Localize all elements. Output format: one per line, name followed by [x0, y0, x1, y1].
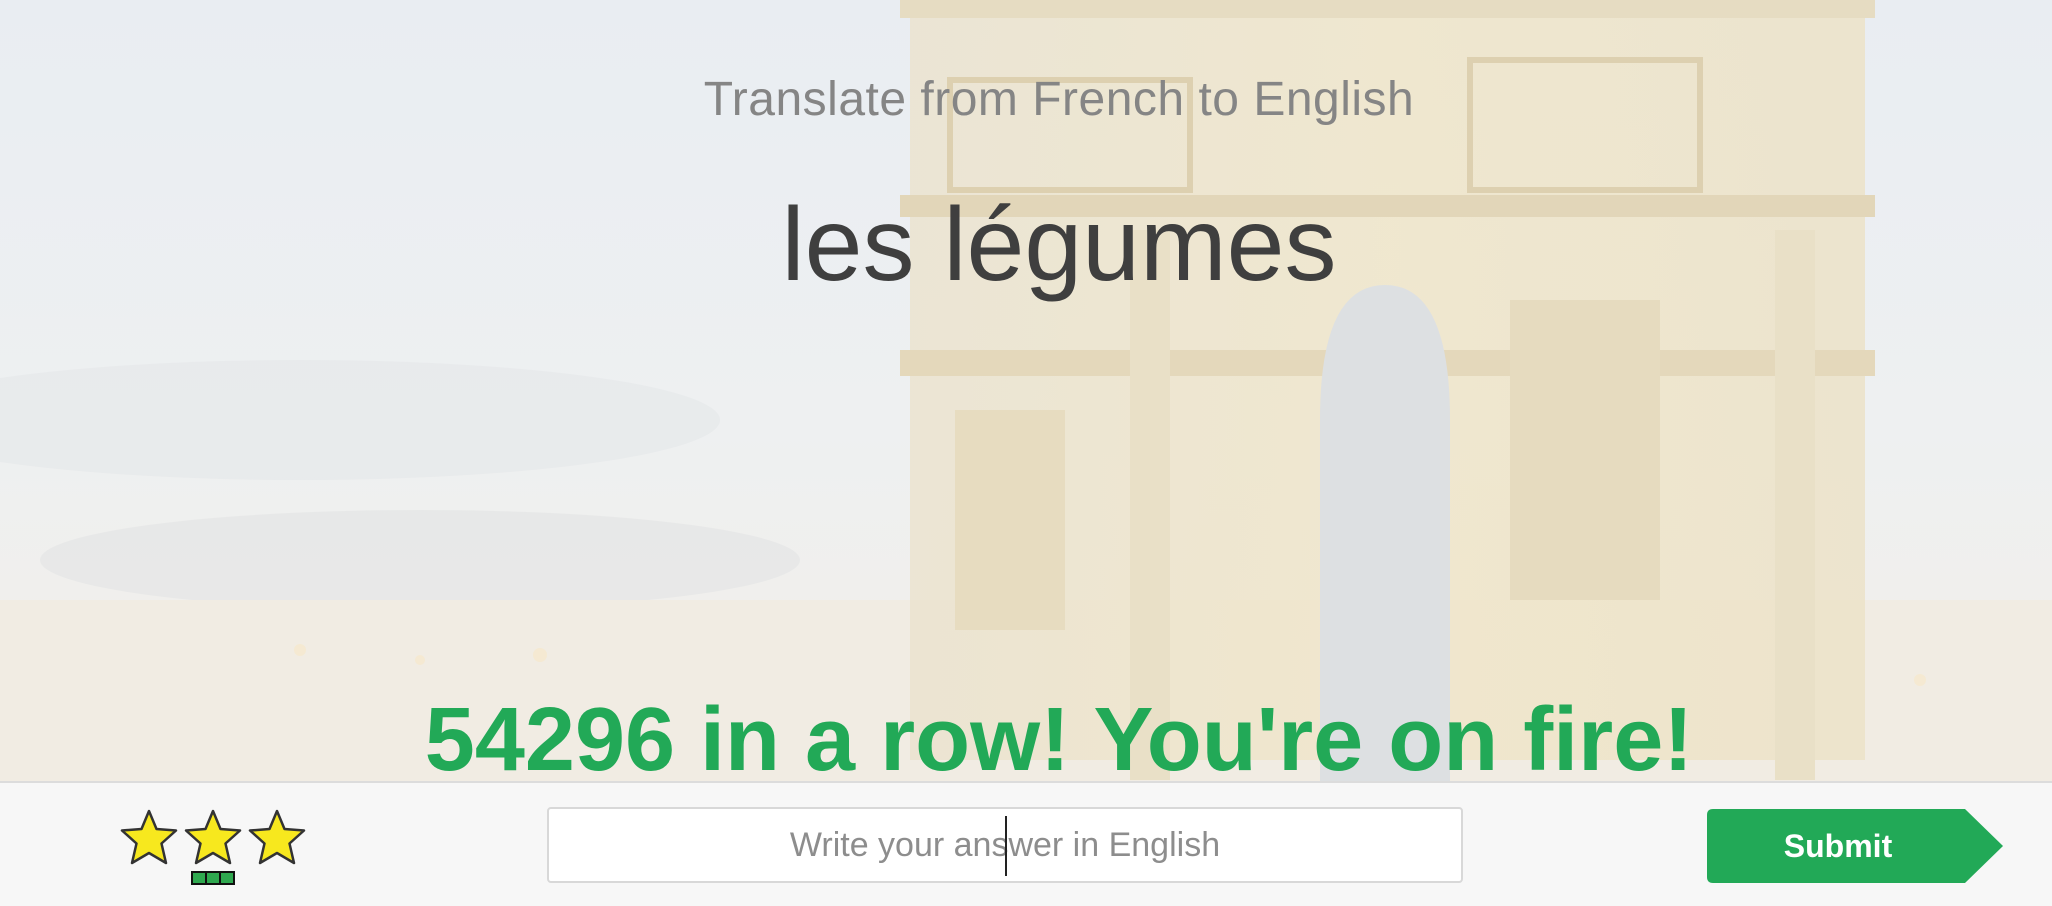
star-icon: [184, 809, 242, 865]
word-to-translate: les légumes: [781, 187, 1337, 303]
prompt-label: Translate from French to English: [703, 73, 1415, 126]
text-caret: [1005, 816, 1007, 876]
star-icon: [120, 809, 178, 865]
answer-bar: Submit: [0, 781, 2052, 906]
submit-label: Submit: [1783, 828, 1893, 864]
submit-button[interactable]: Submit: [1707, 809, 2003, 883]
progress-meter: [191, 871, 235, 885]
star-icon: [248, 809, 306, 865]
exercise-screen: Translate from French to English les lég…: [0, 0, 2052, 906]
star-rating: [120, 809, 306, 885]
streak-message: 54296 in a row! You're on fire!: [424, 690, 1694, 790]
